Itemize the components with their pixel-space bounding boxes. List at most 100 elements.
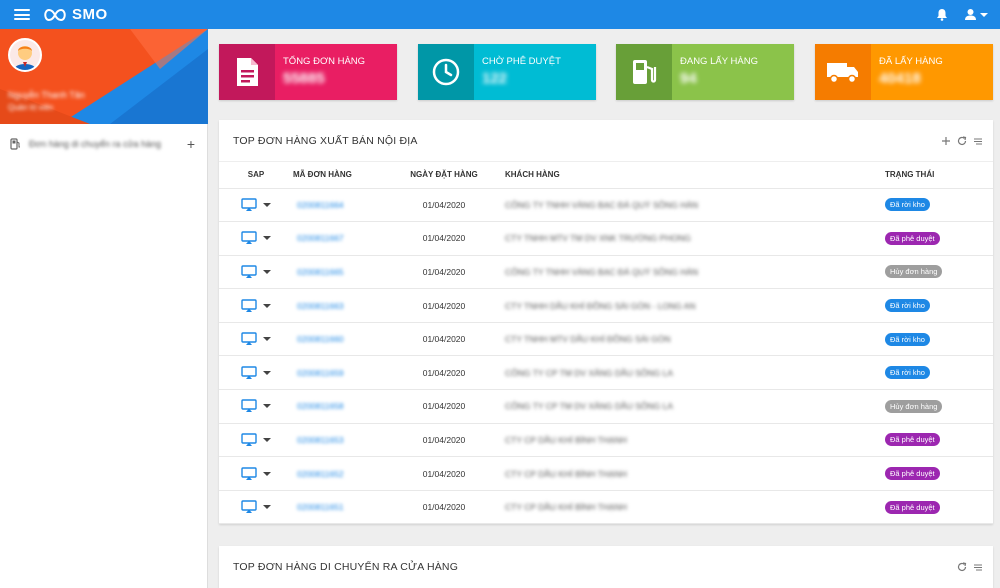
bell-icon[interactable]: [936, 8, 948, 21]
column-header-date[interactable]: NGÀY ĐẶT HÀNG: [389, 162, 499, 189]
order-code-link[interactable]: 0200811653: [293, 435, 344, 445]
order-code-cell[interactable]: 0200811660: [293, 322, 389, 357]
column-header-code[interactable]: MÃ ĐƠN HÀNG: [293, 162, 389, 189]
order-date: 01/04/2020: [389, 255, 499, 290]
order-code-link[interactable]: 0200811660: [293, 334, 344, 344]
order-date: 01/04/2020: [389, 322, 499, 357]
table-row[interactable]: 0200811651 01/04/2020 CTY CP DẦU KHÍ BÌNH …: [219, 490, 993, 525]
card-picking[interactable]: ĐANG LẤY HÀNG 94: [616, 44, 794, 100]
customer-name: CTY TNHH MTV TM DV XNK TRƯỜNG PHONG: [505, 233, 691, 244]
table-row[interactable]: 0200811665 01/04/2020 CÔNG TY TNHH VÀNG BẠ…: [219, 255, 993, 290]
order-code-cell[interactable]: 0200811665: [293, 255, 389, 290]
refresh-icon[interactable]: [957, 562, 967, 572]
airplay-icon[interactable]: [241, 399, 257, 413]
infinity-icon: [44, 8, 66, 21]
order-date: 01/04/2020: [389, 288, 499, 323]
table-row[interactable]: 0200811663 01/04/2020 CTY TNHH DẦU KHÍ ĐỒN…: [219, 288, 993, 323]
caret-down-icon[interactable]: [263, 235, 271, 241]
airplay-icon[interactable]: [241, 231, 257, 245]
customer-cell: CÔNG TY CP TM DV XĂNG DẦU SÔNG LA: [499, 355, 885, 391]
caret-down-icon[interactable]: [263, 303, 271, 309]
order-code-link[interactable]: 0200811658: [293, 401, 344, 411]
table-row[interactable]: 0200811664 01/04/2020 CÔNG TY TNHH VÀNG BẠ…: [219, 188, 993, 223]
status-badge: Đã phê duyệt: [885, 433, 940, 447]
card-total-orders[interactable]: TỔNG ĐƠN HÀNG 55885: [219, 44, 397, 100]
avatar[interactable]: [8, 38, 42, 72]
customer-name: CTY CP DẦU KHÍ BÌNH THẠNH: [505, 468, 627, 479]
order-code-link[interactable]: 0200811665: [293, 267, 344, 277]
airplay-icon[interactable]: [241, 366, 257, 380]
refresh-icon[interactable]: [957, 135, 967, 146]
customer-name: CTY CP DẦU KHÍ BÌNH THẠNH: [505, 434, 627, 445]
brand-name: SMO: [72, 6, 108, 23]
status-cell: Hủy đơn hàng: [885, 389, 993, 424]
sidebar-item-store-transfer[interactable]: Đơn hàng di chuyển ra cửa hàng +: [0, 133, 207, 155]
card-value: 55885: [283, 70, 325, 87]
menu-icon[interactable]: [14, 9, 30, 20]
card-label: ĐÃ LẤY HÀNG: [879, 56, 943, 67]
table-header-row: SAP MÃ ĐƠN HÀNG NGÀY ĐẶT HÀNG KHÁCH HÀNG…: [219, 162, 993, 189]
card-pending-approval[interactable]: CHỜ PHÊ DUYỆT 122: [418, 44, 596, 100]
table-row[interactable]: 0200811667 01/04/2020 CTY TNHH MTV TM DV X…: [219, 221, 993, 256]
status-cell: Đã phê duyệt: [885, 221, 993, 256]
order-code-cell[interactable]: 0200811663: [293, 288, 389, 323]
order-code-cell[interactable]: 0200811651: [293, 490, 389, 525]
table-row[interactable]: 0200811658 01/04/2020 CÔNG TY CP TM DV XĂN…: [219, 389, 993, 424]
order-code-cell[interactable]: 0200811659: [293, 355, 389, 391]
status-cell: Đã rời kho: [885, 322, 993, 357]
table-row[interactable]: 0200811659 01/04/2020 CÔNG TY CP TM DV XĂN…: [219, 355, 993, 391]
order-code-cell[interactable]: 0200811653: [293, 423, 389, 458]
order-code-link[interactable]: 0200811659: [293, 368, 344, 378]
airplay-icon[interactable]: [241, 265, 257, 279]
profile-role: Quản trị viên: [8, 103, 54, 112]
order-date: 01/04/2020: [389, 389, 499, 424]
table-row[interactable]: 0200811653 01/04/2020 CTY CP DẦU KHÍ BÌNH …: [219, 423, 993, 458]
airplay-icon[interactable]: [241, 466, 257, 481]
table-row[interactable]: 0200811652 01/04/2020 CTY CP DẦU KHÍ BÌNH …: [219, 456, 993, 491]
airplay-icon[interactable]: [241, 298, 257, 313]
column-header-customer[interactable]: KHÁCH HÀNG: [499, 162, 885, 189]
order-code-link[interactable]: 0200811663: [293, 301, 344, 311]
customer-cell: CTY TNHH MTV DẦU KHÍ ĐỒNG SÀI GÒN: [499, 322, 885, 357]
order-code-cell[interactable]: 0200811652: [293, 456, 389, 491]
card-picked[interactable]: ĐÃ LẤY HÀNG 40418: [815, 44, 993, 100]
fuel-pump-icon: [10, 138, 20, 150]
card-value: 122: [482, 70, 508, 87]
airplay-icon[interactable]: [241, 332, 257, 346]
order-code-link[interactable]: 0200811651: [293, 502, 344, 512]
list-icon[interactable]: [973, 562, 983, 572]
airplay-icon[interactable]: [241, 500, 257, 514]
brand-logo[interactable]: SMO: [42, 6, 108, 23]
order-code-link[interactable]: 0200811664: [293, 200, 344, 210]
caret-down-icon[interactable]: [263, 437, 271, 443]
sap-cell: [219, 389, 293, 424]
order-code-link[interactable]: 0200811667: [293, 233, 344, 243]
profile-header: Nguyễn Thanh Tân Quản trị viên: [0, 29, 208, 124]
order-code-cell[interactable]: 0200811664: [293, 188, 389, 223]
order-code-link[interactable]: 0200811652: [293, 469, 344, 479]
order-code-cell[interactable]: 0200811658: [293, 389, 389, 424]
table-row[interactable]: 0200811660 01/04/2020 CTY TNHH MTV DẦU KHÍ…: [219, 322, 993, 357]
card-icon-box: [616, 44, 672, 100]
caret-down-icon[interactable]: [263, 504, 271, 510]
caret-down-icon[interactable]: [263, 269, 271, 275]
add-icon[interactable]: [941, 136, 951, 146]
caret-down-icon[interactable]: [263, 471, 271, 477]
caret-down-icon[interactable]: [263, 370, 271, 376]
card-icon-box: [418, 44, 474, 100]
airplay-icon[interactable]: [241, 198, 257, 212]
caret-down-icon[interactable]: [263, 336, 271, 342]
status-badge: Đã phê duyệt: [885, 467, 940, 481]
order-code-cell[interactable]: 0200811667: [293, 221, 389, 256]
caret-down-icon[interactable]: [263, 403, 271, 409]
plus-icon[interactable]: +: [187, 136, 195, 152]
status-cell: Đã phê duyệt: [885, 490, 993, 525]
column-header-status[interactable]: TRẠNG THÁI: [885, 162, 993, 189]
list-icon[interactable]: [973, 136, 983, 146]
card-label: TỔNG ĐƠN HÀNG: [283, 56, 366, 67]
profile-name: Nguyễn Thanh Tân: [8, 90, 85, 100]
caret-down-icon[interactable]: [263, 202, 271, 208]
column-header-sap[interactable]: SAP: [219, 162, 293, 189]
airplay-icon[interactable]: [241, 433, 257, 447]
user-menu[interactable]: [964, 8, 988, 21]
